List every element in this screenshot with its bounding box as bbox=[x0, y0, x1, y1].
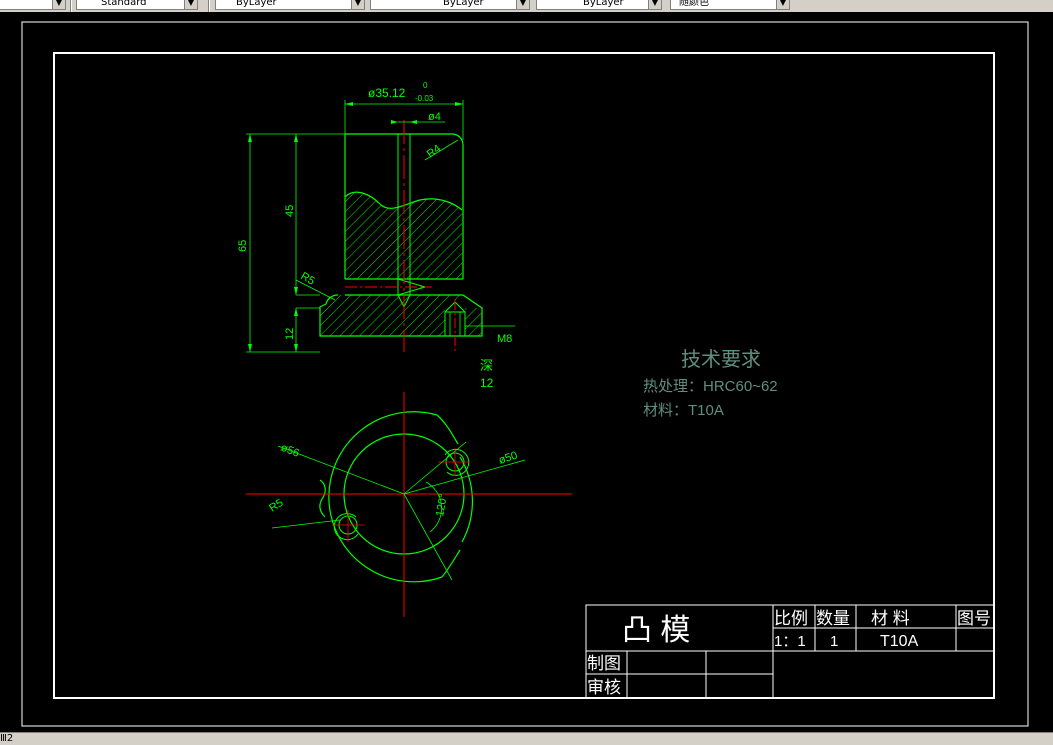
chevron-down-icon: ▼ bbox=[776, 0, 789, 9]
cad-drawing: ø35.12 0 -0.03 ø4 R4 45 65 R5 12 M8 深 12… bbox=[21, 21, 1029, 727]
top-view bbox=[246, 392, 572, 617]
checked-by-label: 审核 bbox=[587, 678, 621, 697]
lineweight-value: ByLayer bbox=[583, 0, 624, 8]
linetype-dropdown[interactable]: ByLayer ▼ bbox=[370, 0, 530, 10]
deep-value: 12 bbox=[480, 376, 494, 390]
dim-65: 65 bbox=[237, 240, 249, 252]
command-text: Ⅲ2 bbox=[0, 733, 14, 744]
notes-material: 材料：T10A bbox=[643, 402, 724, 419]
drawing-border bbox=[53, 52, 995, 699]
command-line[interactable]: Ⅲ2 bbox=[0, 732, 1053, 745]
material-value: T10A bbox=[880, 633, 919, 650]
color-dropdown[interactable]: ByLayer ▼ bbox=[215, 0, 365, 10]
color-value: ByLayer bbox=[236, 0, 277, 8]
front-section-view bbox=[246, 100, 515, 353]
notes-heat-treatment: 热处理：HRC60~62 bbox=[643, 378, 778, 395]
dim-diameter-56: ø56 bbox=[279, 442, 301, 460]
deep-label: 深 bbox=[480, 358, 493, 373]
scale-value: 1：1 bbox=[774, 633, 806, 650]
chevron-down-icon: ▼ bbox=[351, 0, 364, 9]
dim-r5: R5 bbox=[299, 270, 317, 287]
chevron-down-icon: ▼ bbox=[516, 0, 529, 9]
dim-diameter-top: ø35.12 bbox=[368, 86, 406, 100]
dim-45: 45 bbox=[284, 205, 296, 217]
chevron-down-icon: ▼ bbox=[648, 0, 661, 9]
text-style-dropdown[interactable]: Standard ▼ bbox=[76, 0, 198, 10]
lineweight-dropdown[interactable]: ByLayer ▼ bbox=[536, 0, 662, 10]
plotstyle-dropdown[interactable]: 随颜色 ▼ bbox=[670, 0, 790, 10]
chevron-down-icon: ▼ bbox=[52, 0, 65, 9]
drawn-by-label: 制图 bbox=[587, 654, 621, 673]
dim-angle-120: 120° bbox=[434, 493, 450, 518]
text-style-value: Standard bbox=[101, 0, 147, 8]
chevron-down-icon: ▼ bbox=[184, 0, 197, 9]
linetype-value: ByLayer bbox=[443, 0, 484, 8]
drawing-number-header: 图号 bbox=[957, 609, 991, 628]
quantity-header: 数量 bbox=[816, 609, 850, 628]
dim-12: 12 bbox=[284, 328, 296, 340]
material-header: 材 料 bbox=[871, 609, 910, 628]
scale-header: 比例 bbox=[774, 609, 808, 628]
drawing-canvas[interactable]: ø35.12 0 -0.03 ø4 R4 45 65 R5 12 M8 深 12… bbox=[0, 12, 1053, 732]
plotstyle-value: 随颜色 bbox=[679, 0, 709, 8]
dim-hole-diameter: ø4 bbox=[428, 111, 441, 123]
dim-r4: R4 bbox=[425, 143, 443, 161]
toolbar-separator bbox=[70, 0, 72, 12]
part-name: 凸 模 bbox=[622, 614, 690, 647]
dim-tolerance-lower: -0.03 bbox=[415, 94, 434, 103]
dim-m8: M8 bbox=[497, 333, 512, 345]
layer-dropdown[interactable]: ▼ bbox=[0, 0, 66, 10]
dim-diameter-50: ø50 bbox=[497, 450, 519, 467]
notes-title: 技术要求 bbox=[681, 348, 761, 371]
dim-r5-top-view: R5 bbox=[267, 497, 285, 515]
quantity-value: 1 bbox=[830, 633, 838, 650]
dim-tolerance-upper: 0 bbox=[423, 81, 428, 90]
toolbar-separator bbox=[208, 0, 210, 12]
